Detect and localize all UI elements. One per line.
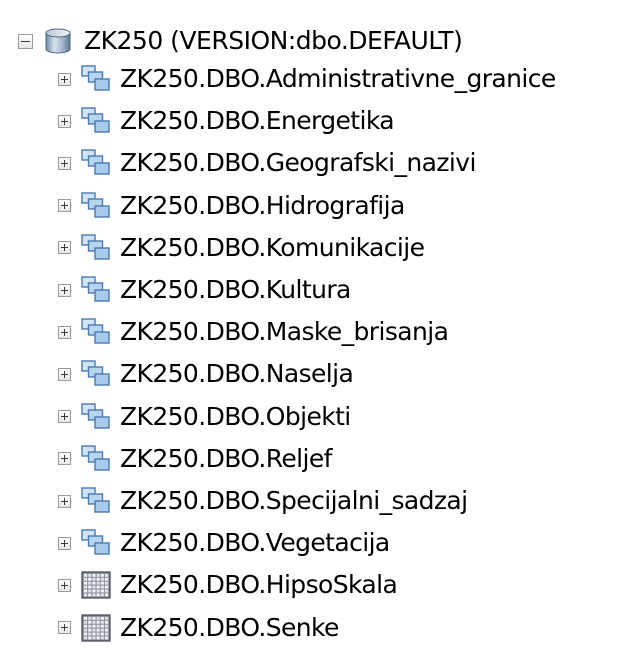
raster-dataset-icon: [81, 571, 111, 599]
feature-dataset-icon: [81, 529, 110, 555]
expand-toggle[interactable]: [58, 410, 71, 424]
feature-dataset-icon: [81, 445, 110, 471]
tree-node-dataset[interactable]: ZK250.DBO.Administrativne_granice: [58, 59, 556, 99]
expand-toggle[interactable]: [58, 114, 71, 128]
feature-dataset-icon: [81, 191, 110, 218]
tree-node-label: ZK250.DBO.Hidrografija: [120, 190, 405, 220]
tree-node-dataset[interactable]: ZK250.DBO.Naselja: [58, 354, 354, 394]
expand-toggle[interactable]: [58, 72, 71, 86]
tree-node-dataset[interactable]: ZK250.DBO.Kultura: [58, 270, 351, 310]
tree-node-label: ZK250.DBO.Reljef: [120, 443, 332, 473]
tree-node-dataset[interactable]: ZK250.DBO.Komunikacije: [58, 228, 425, 268]
tree-node-label: ZK250.DBO.Specijalni_sadzaj: [120, 486, 468, 515]
raster-dataset-icon: [81, 613, 111, 642]
tree-node-label: ZK250.DBO.HipsoSkala: [120, 570, 398, 600]
tree-node-dataset[interactable]: ZK250.DBO.Vegetacija: [58, 523, 390, 563]
tree-node-label: ZK250.DBO.Objekti: [120, 401, 351, 431]
tree-node-label: ZK250.DBO.Senke: [120, 612, 339, 642]
expand-toggle[interactable]: [58, 621, 71, 635]
expand-toggle[interactable]: [58, 452, 71, 466]
tree-node-label: ZK250.DBO.Komunikacije: [120, 232, 425, 262]
feature-dataset-icon: [81, 65, 110, 91]
tree-node-dataset[interactable]: ZK250.DBO.Geografski_nazivi: [58, 143, 476, 183]
feature-dataset-icon: [81, 276, 110, 302]
expand-toggle[interactable]: [58, 536, 71, 550]
feature-dataset-icon: [81, 318, 110, 344]
tree-node-dataset[interactable]: ZK250.DBO.Specijalni_sadzaj: [58, 481, 468, 521]
expand-toggle[interactable]: [58, 283, 71, 297]
catalog-tree: ZK250 (VERSION:dbo.DEFAULT) ZK250.DBO.Ad…: [0, 0, 637, 659]
tree-node-dataset[interactable]: ZK250.DBO.HipsoSkala: [58, 565, 398, 605]
feature-dataset-icon: [81, 234, 110, 260]
expand-toggle[interactable]: [58, 199, 71, 213]
tree-node-dataset[interactable]: ZK250.DBO.Maske_brisanja: [58, 312, 449, 352]
expand-toggle[interactable]: [58, 367, 71, 381]
database-icon: [45, 28, 71, 54]
tree-node-label: ZK250.DBO.Vegetacija: [120, 528, 390, 558]
tree-node-dataset[interactable]: ZK250.DBO.Energetika: [58, 101, 395, 141]
feature-dataset-icon: [81, 402, 110, 429]
collapse-toggle[interactable]: [18, 33, 33, 49]
tree-node-dataset[interactable]: ZK250.DBO.Hidrografija: [58, 186, 405, 226]
tree-node-label: ZK250.DBO.Naselja: [120, 359, 354, 389]
tree-node-root[interactable]: ZK250 (VERSION:dbo.DEFAULT): [18, 21, 463, 61]
expand-toggle[interactable]: [58, 156, 71, 170]
expand-toggle[interactable]: [58, 578, 71, 592]
tree-node-label: ZK250.DBO.Kultura: [120, 275, 351, 304]
tree-node-label: ZK250.DBO.Energetika: [120, 106, 395, 136]
expand-toggle[interactable]: [58, 494, 71, 508]
expand-toggle[interactable]: [58, 241, 71, 255]
feature-dataset-icon: [81, 360, 110, 387]
tree-node-label: ZK250.DBO.Geografski_nazivi: [120, 148, 476, 178]
feature-dataset-icon: [81, 487, 110, 513]
tree-node-label: ZK250.DBO.Administrativne_granice: [120, 64, 556, 93]
tree-node-dataset[interactable]: ZK250.DBO.Senke: [58, 608, 339, 648]
tree-node-label: ZK250.DBO.Maske_brisanja: [120, 317, 449, 347]
tree-node-label: ZK250 (VERSION:dbo.DEFAULT): [84, 26, 463, 55]
expand-toggle[interactable]: [58, 325, 71, 339]
tree-node-dataset[interactable]: ZK250.DBO.Reljef: [58, 439, 332, 479]
feature-dataset-icon: [81, 107, 110, 133]
tree-node-dataset[interactable]: ZK250.DBO.Objekti: [58, 397, 351, 437]
feature-dataset-icon: [81, 149, 110, 176]
